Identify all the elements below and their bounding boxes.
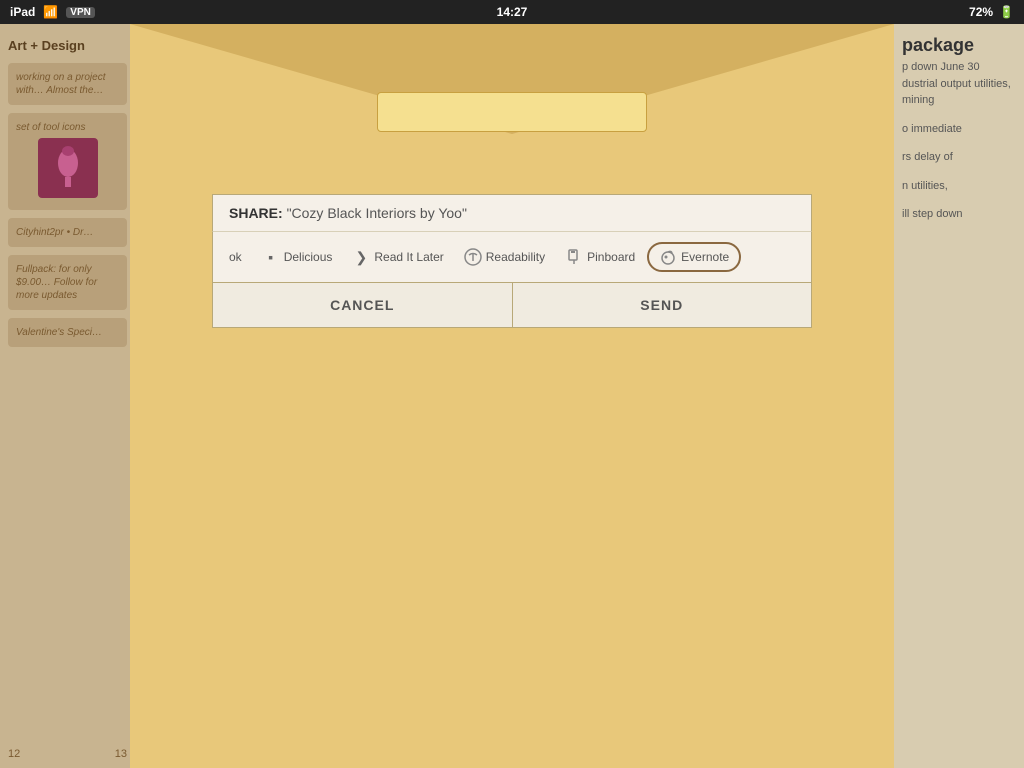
page-prev: 12 [8,748,20,760]
status-right: 72% 🔋 [969,5,1014,19]
status-bar: iPad 📶 VPN 14:27 72% 🔋 [0,0,1024,24]
share-title: "Cozy Black Interiors by Yoo" [287,205,467,221]
readability-label: Readability [486,250,545,264]
wifi-icon: 📶 [43,5,58,19]
share-option-pinboard[interactable]: Pinboard [557,243,643,271]
card-image [38,138,98,198]
list-item: Cityhint2pr • Dr… [8,218,127,247]
share-option-readability[interactable]: Readability [456,243,553,271]
share-dialog: SHARE: "Cozy Black Interiors by Yoo" ok … [212,194,812,328]
share-option-evernote[interactable]: Evernote [647,242,741,272]
delicious-label: Delicious [284,250,333,264]
envelope-input [377,92,647,132]
readability-icon [464,248,482,266]
action-buttons: CANCEL SEND [212,283,812,328]
share-option-delicious[interactable]: ▪ Delicious [254,243,341,271]
share-options-row: ok ▪ Delicious ❯ Read It Later Reada [212,231,812,283]
evernote-label: Evernote [681,250,729,264]
delicious-icon: ▪ [262,248,280,266]
share-option-readitlater[interactable]: ❯ Read It Later [344,243,451,271]
list-item: Fullpack: for only $9.00… Follow for mor… [8,255,127,310]
battery-label: 72% [969,5,993,19]
status-time: 14:27 [497,5,528,19]
left-col-title: Art + Design [8,32,127,63]
list-item: working on a project with… Almost the… [8,63,127,105]
bottom-navigation: 12 13 [0,740,135,768]
vpn-badge: VPN [66,7,95,18]
ipad-label: iPad [10,5,35,19]
pinboard-label: Pinboard [587,250,635,264]
share-header: SHARE: "Cozy Black Interiors by Yoo" [212,194,812,231]
left-column: Art + Design working on a project with… … [0,24,135,768]
status-left: iPad 📶 VPN [10,5,95,19]
share-option-ok[interactable]: ok [221,245,250,269]
battery-icon: 🔋 [999,5,1014,19]
readitlater-label: Read It Later [374,250,443,264]
readitlater-icon: ❯ [352,248,370,266]
send-button[interactable]: SEND [513,283,812,327]
cancel-button[interactable]: CANCEL [213,283,513,327]
list-item: set of tool icons [8,113,127,210]
list-item: Valentine's Speci… [8,318,127,347]
envelope-overlay: SHARE: "Cozy Black Interiors by Yoo" ok … [130,24,894,768]
right-column: package p down June 30 dustrial output u… [894,24,1024,768]
share-label: SHARE: [229,205,283,221]
page-next: 13 [115,748,127,760]
article-headline: package [902,32,1016,59]
pinboard-icon [565,248,583,266]
evernote-icon [659,248,677,266]
ok-label: ok [229,250,242,264]
